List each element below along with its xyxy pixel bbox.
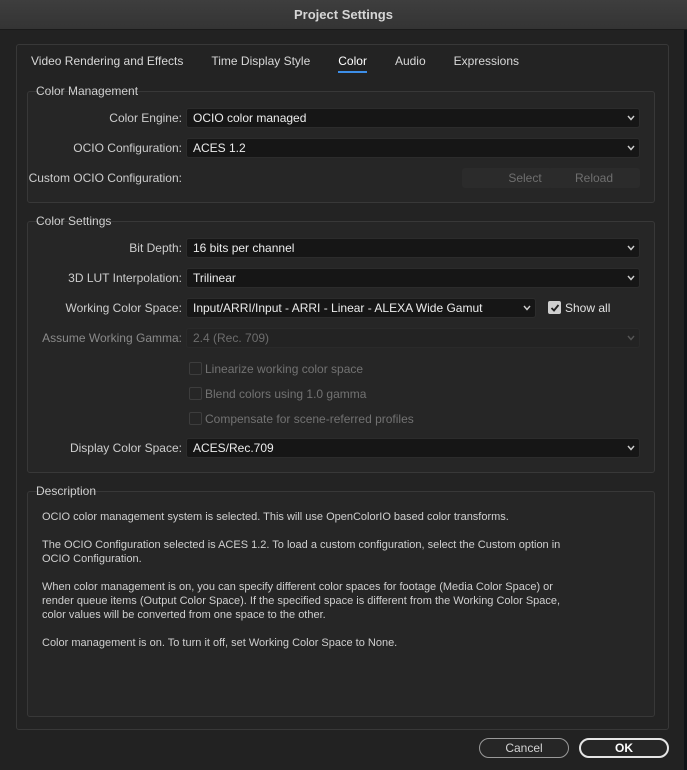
gamma-dropdown[interactable]: 2.4 (Rec. 709)	[186, 328, 640, 348]
show-all-label: Show all	[565, 301, 611, 315]
tab-expressions[interactable]: Expressions	[454, 53, 533, 75]
display-space-label: Display Color Space:	[69, 441, 182, 455]
description-group: Description OCIO color management system…	[27, 484, 655, 717]
ocio-config-value: ACES 1.2	[193, 141, 246, 155]
color-engine-dropdown[interactable]: OCIO color managed	[186, 108, 640, 128]
display-space-value: ACES/Rec.709	[193, 441, 274, 455]
linearize-checkbox[interactable]	[189, 362, 202, 375]
tab-audio[interactable]: Audio	[395, 53, 440, 75]
compensate-checkbox[interactable]	[189, 412, 202, 425]
tab-video-rendering[interactable]: Video Rendering and Effects	[31, 53, 197, 75]
group-title-color-management: Color Management	[36, 84, 139, 98]
description-paragraph: OCIO color management system is selected…	[42, 511, 509, 523]
gamma-label: Assume Working Gamma:	[42, 331, 182, 345]
description-paragraph: Color management is on. To turn it off, …	[42, 637, 398, 649]
lut-interpolation-value: Trilinear	[193, 271, 236, 285]
chevron-down-icon	[627, 335, 635, 342]
chevron-down-icon	[627, 115, 635, 122]
title-bar: Project Settings	[0, 0, 687, 30]
dialog-body: Video Rendering and Effects Time Display…	[0, 30, 684, 770]
compensate-label: Compensate for scene-referred profiles	[205, 412, 414, 426]
chevron-down-icon	[523, 305, 531, 312]
ocio-config-dropdown[interactable]: ACES 1.2	[186, 138, 640, 158]
blend-gamma-checkbox[interactable]	[189, 387, 202, 400]
working-space-dropdown[interactable]: Input/ARRI/Input - ARRI - Linear - ALEXA…	[186, 298, 536, 318]
group-title-description: Description	[36, 484, 97, 498]
display-space-dropdown[interactable]: ACES/Rec.709	[186, 438, 640, 458]
ok-button[interactable]: OK	[579, 738, 669, 758]
show-all-checkbox[interactable]	[548, 301, 561, 314]
ocio-config-label: OCIO Configuration:	[73, 141, 182, 155]
description-paragraph: When color management is on, you can spe…	[42, 581, 561, 621]
tab-color[interactable]: Color	[338, 53, 381, 75]
group-title-color-settings: Color Settings	[36, 214, 112, 228]
checkmark-icon	[550, 304, 560, 312]
working-space-label: Working Color Space:	[65, 301, 183, 315]
blend-gamma-label: Blend colors using 1.0 gamma	[205, 387, 367, 401]
color-settings-group: Color Settings Bit Depth: 16 bits per ch…	[27, 214, 655, 473]
color-management-group: Color Management Color Engine: OCIO colo…	[27, 84, 655, 203]
gamma-value: 2.4 (Rec. 709)	[193, 331, 270, 345]
bit-depth-value: 16 bits per channel	[193, 241, 295, 255]
custom-ocio-path-field	[186, 168, 458, 188]
window-title: Project Settings	[294, 7, 393, 22]
cancel-button[interactable]: Cancel	[479, 738, 569, 758]
settings-panel: Video Rendering and Effects Time Display…	[16, 44, 669, 730]
working-space-value: Input/ARRI/Input - ARRI - Linear - ALEXA…	[193, 301, 483, 315]
chevron-down-icon	[627, 145, 635, 152]
tab-bar: Video Rendering and Effects Time Display…	[31, 53, 547, 75]
color-engine-value: OCIO color managed	[193, 111, 307, 125]
color-engine-label: Color Engine:	[109, 111, 182, 125]
chevron-down-icon	[627, 275, 635, 282]
lut-interpolation-dropdown[interactable]: Trilinear	[186, 268, 640, 288]
description-paragraph: The OCIO Configuration selected is ACES …	[42, 539, 561, 565]
chevron-down-icon	[627, 245, 635, 252]
chevron-down-icon	[627, 445, 635, 452]
lut-interpolation-label: 3D LUT Interpolation:	[68, 271, 182, 285]
custom-ocio-label: Custom OCIO Configuration:	[28, 171, 182, 185]
linearize-label: Linearize working color space	[205, 362, 364, 376]
reload-button[interactable]: Reload	[548, 168, 640, 188]
bit-depth-label: Bit Depth:	[129, 241, 182, 255]
tab-time-display-style[interactable]: Time Display Style	[211, 53, 324, 75]
bit-depth-dropdown[interactable]: 16 bits per channel	[186, 238, 640, 258]
description-text: OCIO color management system is selected…	[42, 510, 562, 664]
